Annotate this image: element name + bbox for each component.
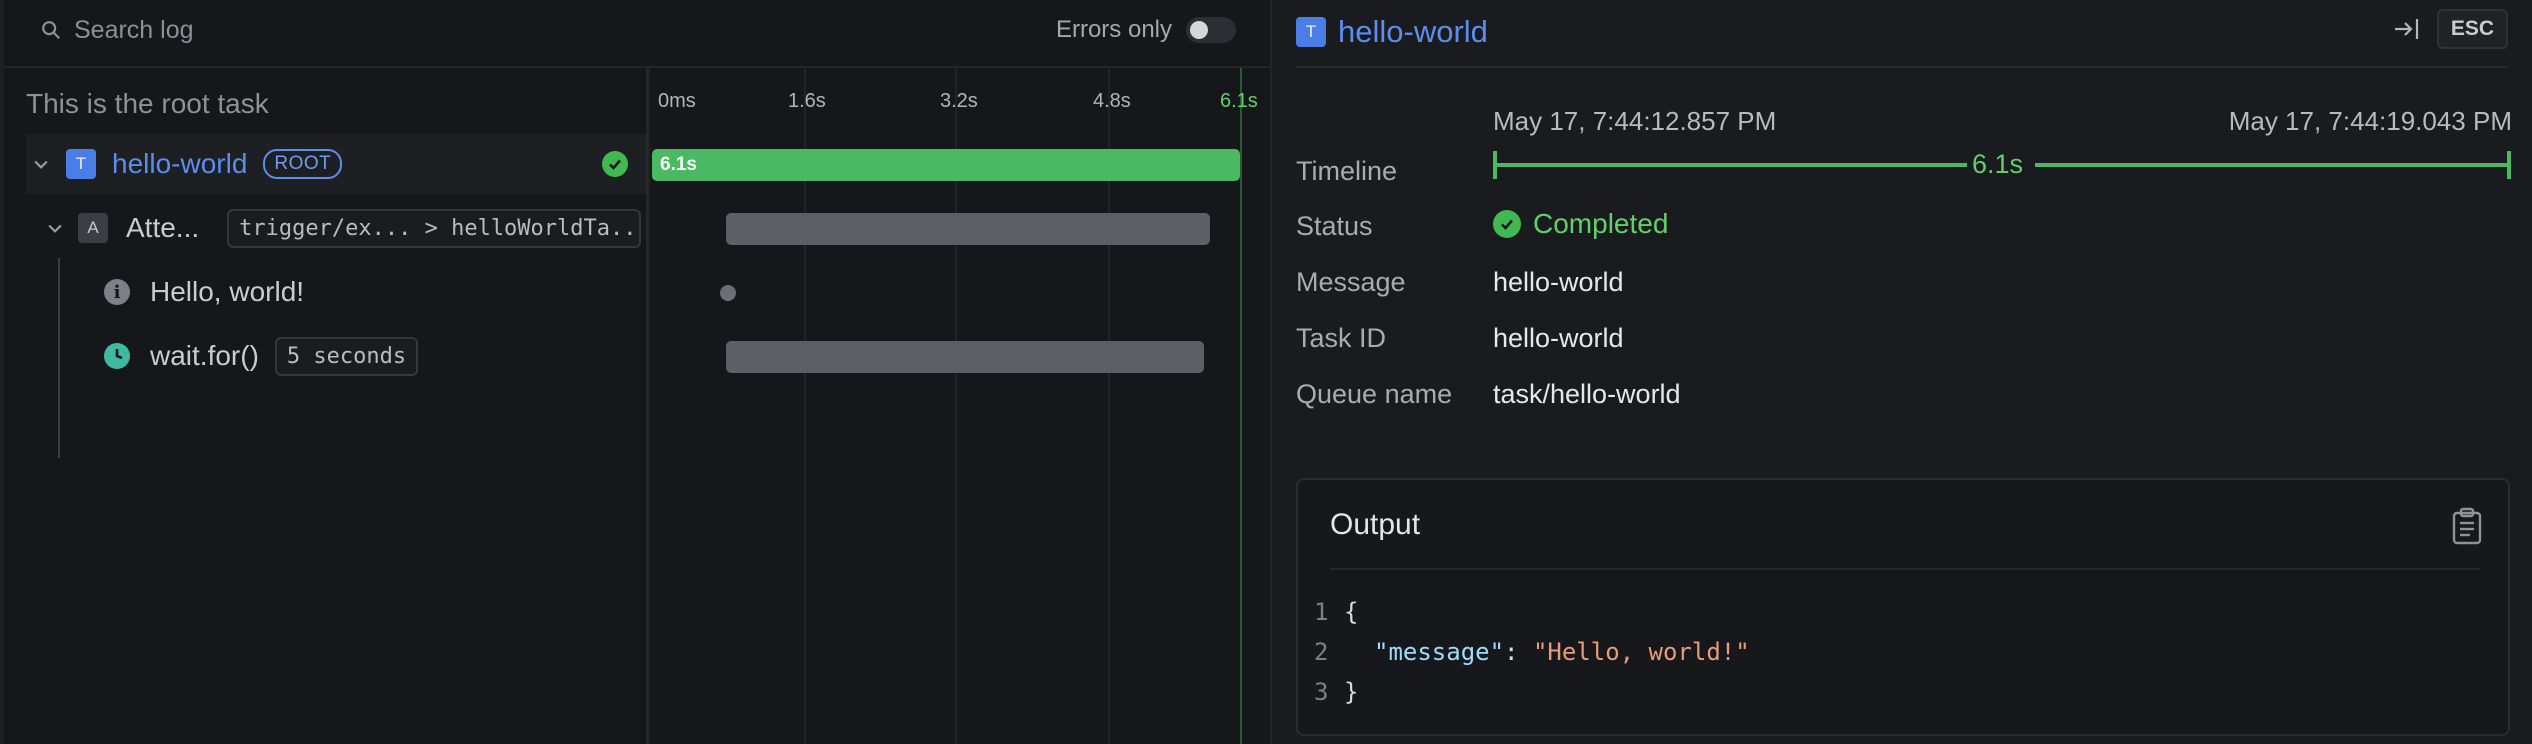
root-span-bar[interactable]: 6.1s — [652, 149, 1240, 181]
root-task-caption: This is the root task — [26, 88, 269, 119]
span-inspector: T hello-world ESC May 17, 7:44:12.857 PM… — [1272, 0, 2532, 744]
attempt-span-bar[interactable] — [726, 213, 1210, 245]
span-name: Atte... — [126, 212, 200, 243]
wait-call: wait.for() — [150, 340, 259, 371]
json-colon: : — [1504, 638, 1533, 666]
inspector-task-name[interactable]: hello-world — [1338, 14, 1488, 50]
timeline-panel: 0ms 1.6s 3.2s 4.8s 6.1s 6.1s — [646, 68, 1270, 744]
attempt-badge-icon: A — [78, 213, 108, 243]
log-event-dot[interactable] — [720, 285, 736, 301]
start-timestamp: May 17, 7:44:12.857 PM — [1493, 106, 1777, 136]
duration-chip: 5 seconds — [274, 336, 419, 376]
tick-label: 3.2s — [940, 90, 978, 112]
code-line: 3} — [1314, 678, 1358, 706]
errors-only-toggle[interactable] — [1186, 17, 1236, 43]
search-icon — [42, 21, 61, 40]
info-icon: i — [104, 279, 130, 305]
collapse-panel-icon[interactable] — [2392, 14, 2422, 44]
log-message: Hello, world! — [150, 276, 305, 307]
task-id-value: hello-world — [1493, 323, 1624, 353]
task-badge-icon: T — [66, 149, 96, 179]
inspector-header: T hello-world ESC — [1296, 0, 2508, 68]
errors-only-control: Errors only — [1056, 0, 1236, 60]
message-value: hello-world — [1493, 267, 1624, 297]
timeline-end-cap — [2507, 151, 2511, 179]
json-brace: { — [1344, 598, 1359, 626]
line-number: 1 — [1314, 598, 1329, 626]
span-row-attempt[interactable]: A Atte... trigger/ex... > helloWorldTa..… — [26, 198, 646, 258]
queue-name-label: Queue name — [1296, 379, 1453, 409]
timeline-label: Timeline — [1296, 156, 1398, 186]
json-key: "message" — [1374, 638, 1505, 666]
trace-panel: Search log Errors only This is the root … — [0, 0, 1270, 744]
output-panel: Output 1{ 2 "message": "Hello, world!" 3} — [1296, 478, 2510, 736]
search-log-input[interactable]: Search log — [40, 0, 194, 60]
status-label: Status — [1296, 211, 1373, 241]
check-circle-icon — [602, 151, 628, 177]
errors-only-label: Errors only — [1055, 16, 1172, 43]
code-line: 1{ — [1314, 598, 1358, 626]
duration-timeline: 6.1s — [1493, 149, 2511, 179]
status-value: Completed — [1493, 208, 1668, 240]
end-marker-line — [1240, 68, 1242, 744]
end-timestamp: May 17, 7:44:19.043 PM — [2228, 106, 2512, 136]
task-id-label: Task ID — [1296, 323, 1387, 353]
span-row-wait[interactable]: wait.for() 5 seconds — [26, 326, 646, 386]
trigger-path-chip: trigger/ex... > helloWorldTa... — [227, 208, 642, 248]
tick-label: 0ms — [658, 90, 696, 112]
message-label: Message — [1296, 267, 1406, 297]
duration-value: 6.1s — [1972, 149, 2024, 179]
line-number: 3 — [1314, 678, 1329, 706]
tick-label: 4.8s — [1093, 90, 1131, 112]
search-placeholder: Search log — [74, 15, 194, 44]
output-divider — [1330, 568, 2480, 570]
clock-icon — [104, 343, 130, 369]
clipboard-icon[interactable] — [2450, 506, 2484, 546]
toggle-knob — [1190, 21, 1208, 39]
json-string: "Hello, world!" — [1532, 638, 1750, 666]
tick-label-end: 6.1s — [1220, 90, 1258, 112]
chevron-down-icon[interactable] — [40, 213, 70, 243]
log-row-hello-world[interactable]: i Hello, world! — [26, 262, 646, 322]
trace-toolbar: Search log Errors only — [4, 0, 1270, 68]
span-name: hello-world — [112, 148, 248, 179]
code-line: 2 "message": "Hello, world!" — [1314, 638, 1750, 666]
root-badge: ROOT — [263, 149, 343, 179]
span-tree: This is the root task T hello-world ROOT… — [4, 68, 646, 744]
wait-span-bar[interactable] — [726, 341, 1204, 373]
tick-line — [648, 68, 650, 744]
inspector-title: T hello-world — [1296, 14, 1488, 50]
timeline-segment — [2035, 163, 2509, 167]
status-text: Completed — [1533, 208, 1669, 239]
esc-close-button[interactable]: ESC — [2436, 9, 2508, 49]
json-brace: } — [1344, 678, 1359, 706]
output-title: Output — [1330, 508, 1421, 541]
span-row-hello-world[interactable]: T hello-world ROOT — [26, 134, 646, 194]
queue-name-value: task/hello-world — [1493, 379, 1681, 409]
task-badge-icon: T — [1296, 17, 1326, 47]
chevron-down-icon[interactable] — [26, 149, 56, 179]
check-circle-icon — [1493, 210, 1521, 238]
line-number: 2 — [1314, 638, 1329, 666]
tick-label: 1.6s — [788, 90, 826, 112]
timeline-segment — [1493, 163, 1967, 167]
